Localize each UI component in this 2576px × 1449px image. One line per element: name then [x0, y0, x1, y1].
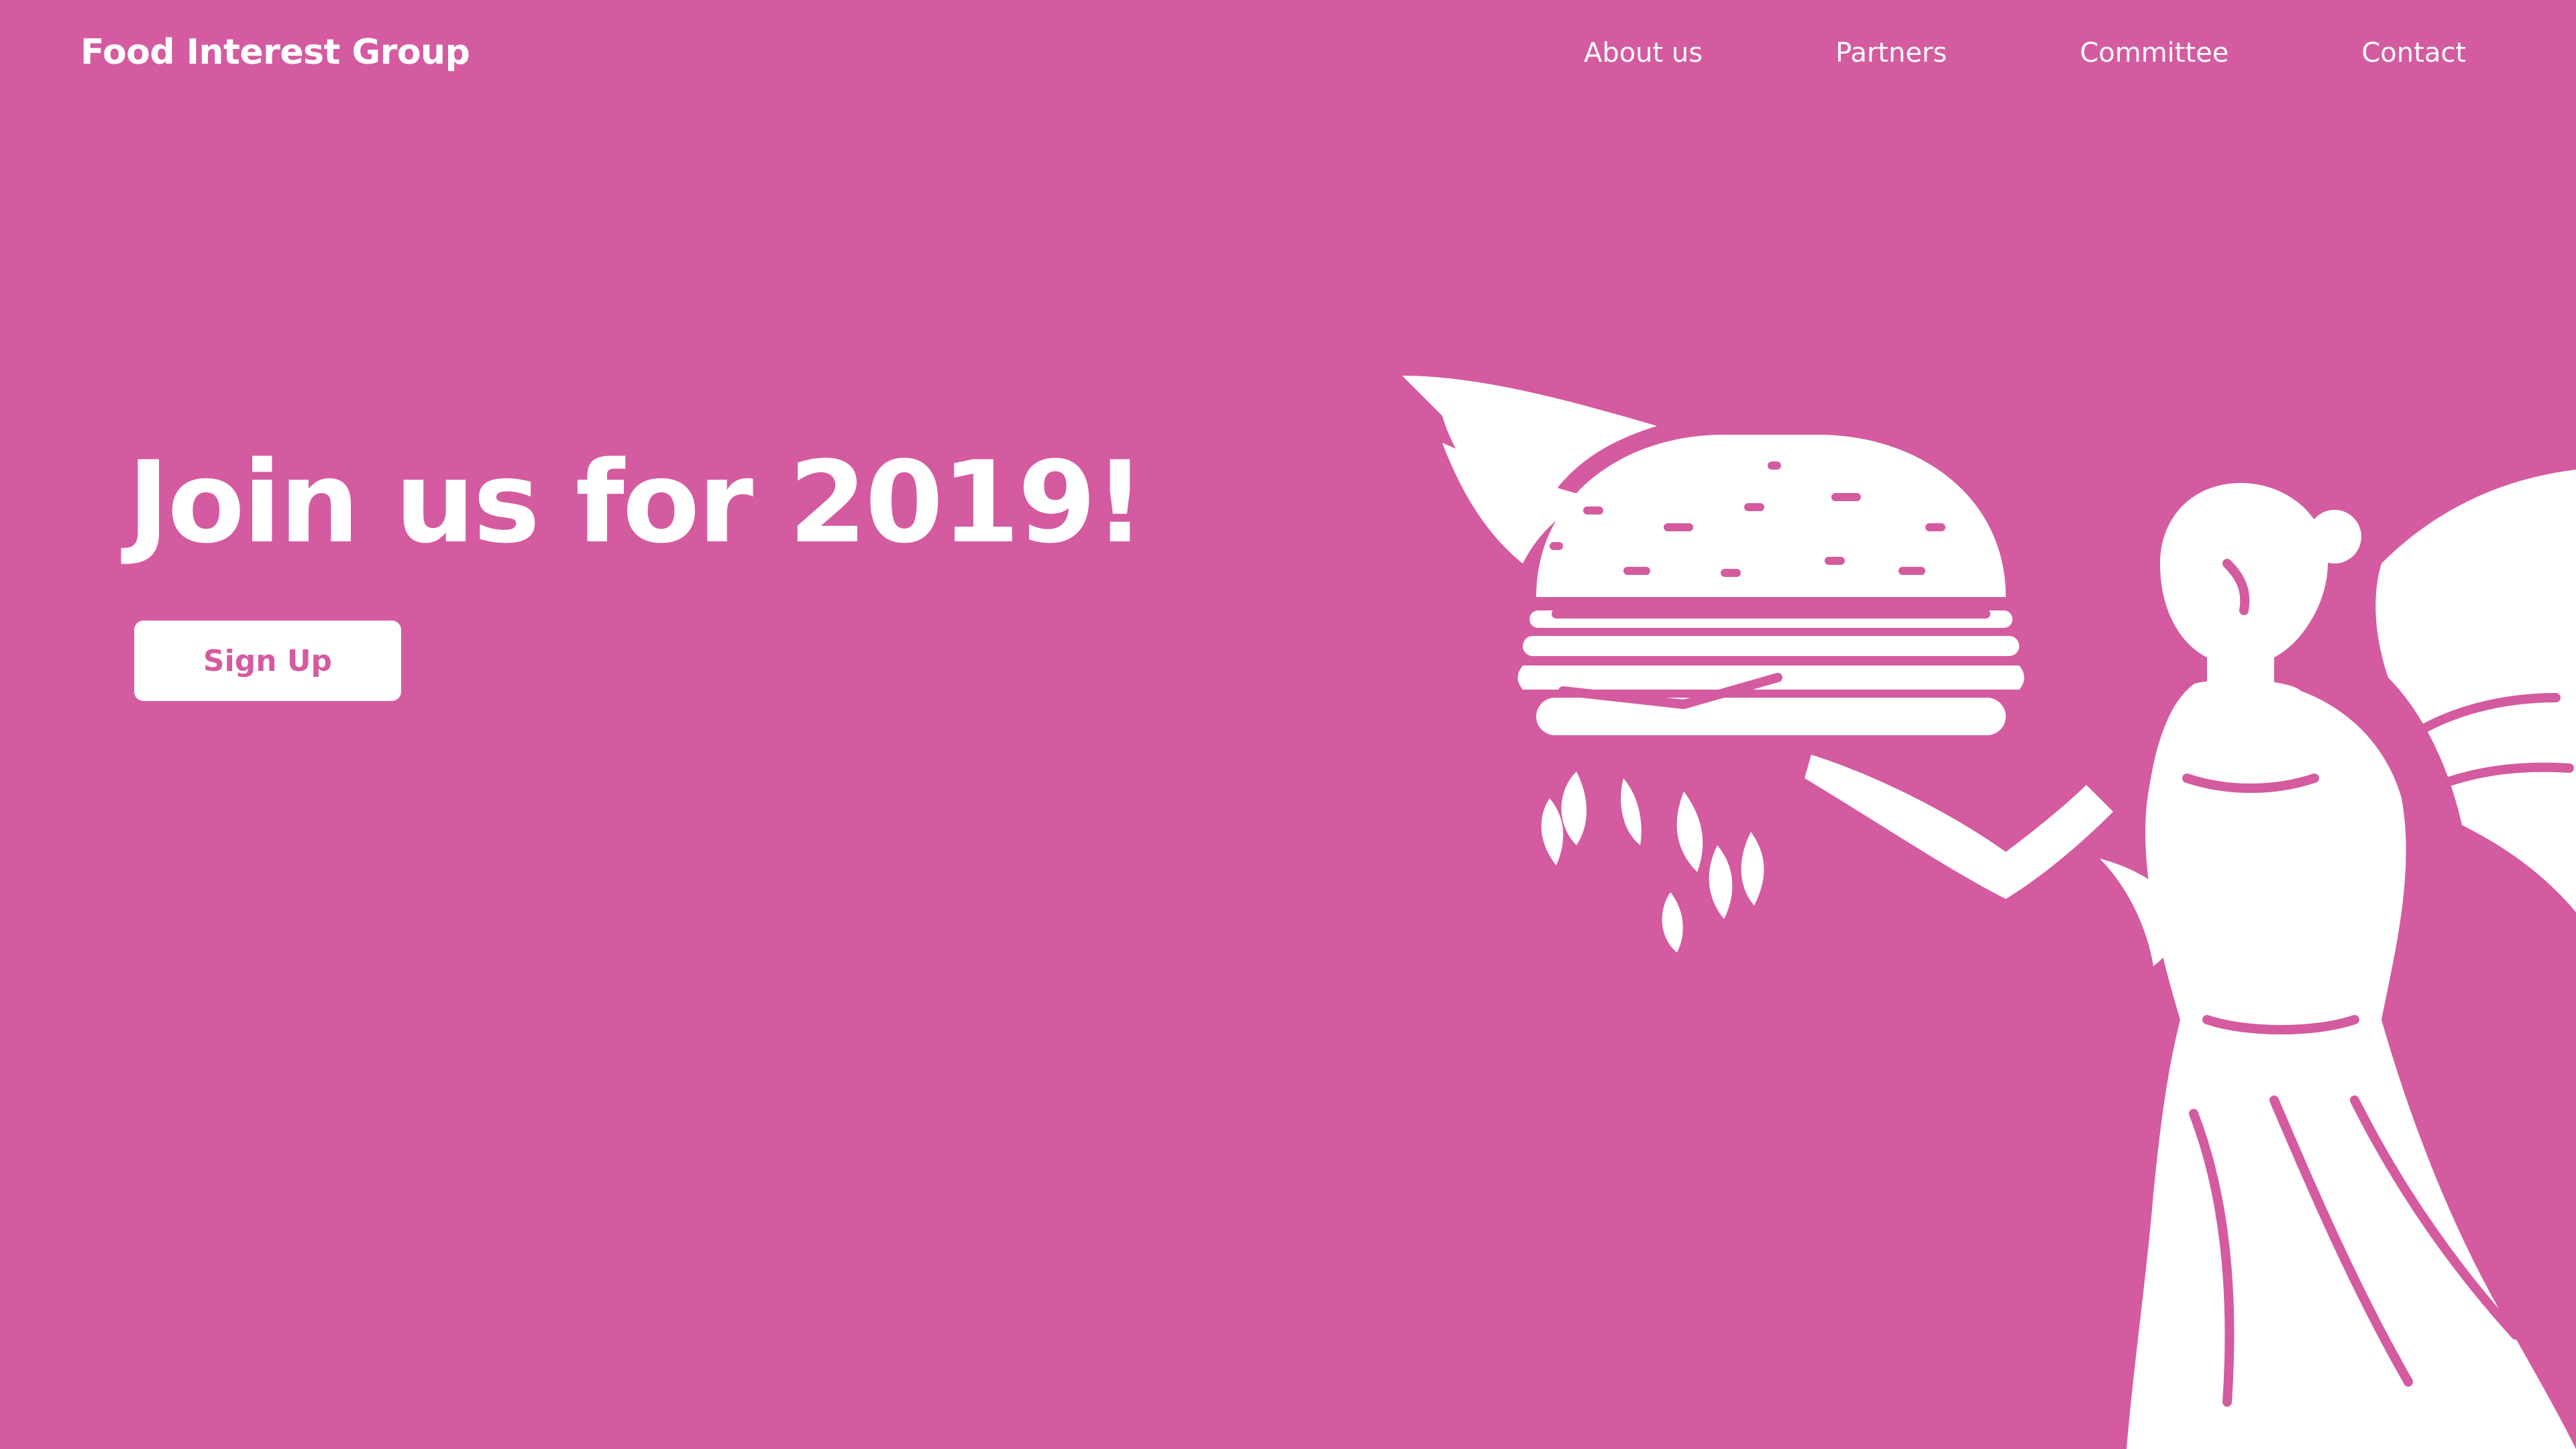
hero-headline: Join us for 2019!: [127, 437, 1146, 568]
site-brand[interactable]: Food Interest Group: [80, 32, 470, 72]
nav-committee[interactable]: Committee: [2080, 38, 2229, 68]
sign-up-button[interactable]: Sign Up: [134, 621, 401, 701]
nav-partners[interactable]: Partners: [1835, 38, 1947, 68]
main-nav: About us Partners Committee Contact: [1584, 38, 2466, 68]
nav-contact[interactable]: Contact: [2361, 38, 2466, 68]
nav-about-us[interactable]: About us: [1584, 38, 1703, 68]
landing-page: Food Interest Group About us Partners Co…: [0, 0, 2576, 1449]
winged-angel-holding-burger-icon: [1402, 376, 2576, 1449]
